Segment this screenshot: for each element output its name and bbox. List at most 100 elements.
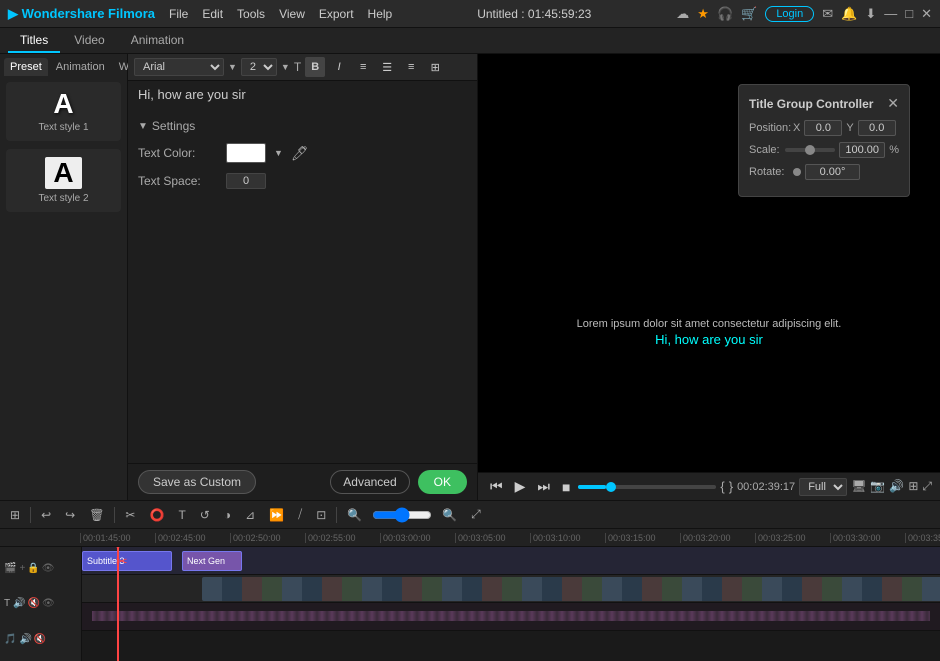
volume-icon[interactable]: 🔊 bbox=[889, 479, 904, 494]
subtab-animation[interactable]: Animation bbox=[50, 58, 111, 76]
next-clip[interactable]: Next Gen bbox=[182, 551, 242, 571]
headphone-icon[interactable]: 🎧 bbox=[717, 6, 733, 22]
track-labels: 🎬 + 🔒 👁 T 🔊 🔇 👁 🎵 🔊 🔇 bbox=[0, 547, 82, 661]
tgc-rotate-value[interactable] bbox=[805, 164, 860, 180]
tl-zoom-in-button[interactable]: 🔍 bbox=[438, 506, 461, 524]
track-label-audio: 🎵 🔊 🔇 bbox=[4, 634, 77, 645]
text-content[interactable]: Hi, how are you sir bbox=[138, 87, 467, 107]
tl-crop-button[interactable]: ⊡ bbox=[312, 506, 330, 524]
tgc-y-input[interactable] bbox=[858, 120, 896, 136]
ruler-mark-6: 00:03:10:00 bbox=[530, 533, 605, 543]
style-list: A Text style 1 A Text style 2 bbox=[0, 76, 127, 500]
ruler-mark-2: 00:02:50:00 bbox=[230, 533, 305, 543]
track-mute-icon[interactable]: 🔇 bbox=[28, 598, 40, 609]
stop-button[interactable]: ■ bbox=[558, 477, 574, 497]
tl-redo-button[interactable]: ↪ bbox=[61, 506, 79, 524]
menu-export[interactable]: Export bbox=[319, 7, 354, 21]
align-right-button[interactable]: ≡ bbox=[401, 57, 421, 77]
track-volume-icon[interactable]: 🔊 bbox=[13, 598, 25, 609]
star-icon[interactable]: ★ bbox=[697, 6, 709, 22]
tl-zoom-slider[interactable] bbox=[372, 507, 432, 523]
tl-cut-button[interactable]: ✂ bbox=[121, 506, 139, 524]
nav-tabs: Titles Video Animation bbox=[0, 28, 940, 54]
cart-icon[interactable]: 🛒 bbox=[741, 6, 757, 22]
menu-tools[interactable]: Tools bbox=[237, 7, 265, 21]
monitor-icon[interactable]: 🖥 bbox=[851, 479, 866, 494]
text-display-area[interactable]: Hi, how are you sir bbox=[128, 81, 477, 113]
maximize-icon[interactable]: □ bbox=[905, 6, 913, 21]
italic-button[interactable]: I bbox=[329, 57, 349, 77]
tgc-scale-value[interactable] bbox=[839, 142, 885, 158]
tab-video[interactable]: Video bbox=[62, 29, 116, 53]
save-custom-button[interactable]: Save as Custom bbox=[138, 470, 256, 494]
subtab-preset[interactable]: Preset bbox=[4, 58, 48, 76]
tgc-scale-slider[interactable] bbox=[785, 148, 835, 152]
tl-split-button[interactable]: ⧸ bbox=[294, 505, 306, 524]
tgc-x-label: X bbox=[793, 122, 800, 134]
ruler-mark-7: 00:03:15:00 bbox=[605, 533, 680, 543]
bold-button[interactable]: B bbox=[305, 57, 325, 77]
tl-fit-button[interactable]: ⤢ bbox=[467, 505, 485, 524]
tl-grid-button[interactable]: ⊞ bbox=[6, 506, 24, 524]
tl-delete-button[interactable]: 🗑 bbox=[85, 506, 108, 524]
eyedropper-button[interactable]: 🖊 bbox=[291, 145, 309, 162]
menu-edit[interactable]: Edit bbox=[202, 7, 223, 21]
expand-icon[interactable]: ⤢ bbox=[922, 479, 932, 494]
menu-help[interactable]: Help bbox=[368, 7, 393, 21]
text-style-2[interactable]: A Text style 2 bbox=[6, 149, 121, 212]
track-audio-mute-icon[interactable]: 🔇 bbox=[34, 634, 46, 645]
time-display: 00:02:39:17 bbox=[737, 481, 795, 493]
text-toolbar: Arial ▼ 24 ▼ T B I ≡ ☰ ≡ ⊞ bbox=[128, 54, 477, 81]
align-justify-button[interactable]: ⊞ bbox=[425, 57, 445, 77]
video-strip[interactable] bbox=[202, 577, 940, 601]
tl-zoom-out-button[interactable]: 🔍 bbox=[343, 506, 366, 524]
download-icon[interactable]: ⬇ bbox=[865, 6, 876, 22]
tl-color-button[interactable]: ◑ bbox=[220, 506, 235, 524]
login-button[interactable]: Login bbox=[765, 6, 814, 22]
tl-adjust-button[interactable]: ⊿ bbox=[241, 506, 259, 524]
tab-titles[interactable]: Titles bbox=[8, 29, 60, 53]
tl-undo-button[interactable]: ↩ bbox=[37, 506, 55, 524]
text-space-input[interactable] bbox=[226, 173, 266, 189]
rewind-button[interactable]: ⏮ bbox=[486, 476, 507, 497]
advanced-button[interactable]: Advanced bbox=[330, 470, 409, 494]
menu-file[interactable]: File bbox=[169, 7, 188, 21]
snapshot-icon[interactable]: 📷 bbox=[870, 479, 885, 494]
bell-icon[interactable]: 🔔 bbox=[841, 6, 857, 22]
text-style-1[interactable]: A Text style 1 bbox=[6, 82, 121, 141]
minimize-icon[interactable]: — bbox=[884, 6, 897, 21]
tl-rotate-button[interactable]: ↺ bbox=[196, 506, 214, 524]
align-center-button[interactable]: ☰ bbox=[377, 57, 397, 77]
tab-animation[interactable]: Animation bbox=[119, 29, 196, 53]
menu-view[interactable]: View bbox=[279, 7, 305, 21]
grid-icon[interactable]: ⊞ bbox=[908, 479, 918, 494]
font-select[interactable]: Arial bbox=[134, 58, 224, 76]
preview-controls: 🖥 📷 🔊 ⊞ ⤢ bbox=[851, 479, 932, 494]
text-space-row: Text Space: bbox=[138, 173, 467, 189]
progress-dot bbox=[606, 482, 616, 492]
play-button[interactable]: ▶ bbox=[511, 476, 530, 497]
track-lock-icon[interactable]: 🔒 bbox=[27, 563, 39, 574]
tgc-close-button[interactable]: ✕ bbox=[887, 95, 899, 112]
tl-speed-button[interactable]: ⏩ bbox=[265, 506, 288, 524]
quality-select[interactable]: Full bbox=[799, 478, 847, 496]
align-left-button[interactable]: ≡ bbox=[353, 57, 373, 77]
ok-button[interactable]: OK bbox=[418, 470, 467, 494]
track-subtitle-eye-icon[interactable]: 👁 bbox=[42, 598, 55, 609]
progress-bar[interactable] bbox=[578, 485, 716, 489]
settings-toggle[interactable]: ▼ Settings bbox=[138, 119, 467, 133]
preview-panel: Lorem ipsum dolor sit amet consectetur a… bbox=[478, 54, 940, 500]
tgc-x-input[interactable] bbox=[804, 120, 842, 136]
close-icon[interactable]: ✕ bbox=[921, 6, 932, 22]
track-eye-icon[interactable]: 👁 bbox=[42, 563, 55, 574]
cloud-icon[interactable]: ☁ bbox=[676, 6, 689, 22]
color-picker[interactable] bbox=[226, 143, 266, 163]
tgc-position-label: Position: bbox=[749, 122, 789, 134]
track-audio-volume-icon[interactable]: 🔊 bbox=[19, 634, 31, 645]
tl-text-button[interactable]: T bbox=[174, 506, 189, 524]
mail-icon[interactable]: ✉ bbox=[822, 6, 833, 22]
track-add-icon[interactable]: + bbox=[19, 563, 25, 574]
forward-button[interactable]: ⏭ bbox=[533, 476, 554, 497]
tl-mask-button[interactable]: ⭕ bbox=[145, 506, 168, 524]
size-select[interactable]: 24 bbox=[241, 58, 277, 76]
